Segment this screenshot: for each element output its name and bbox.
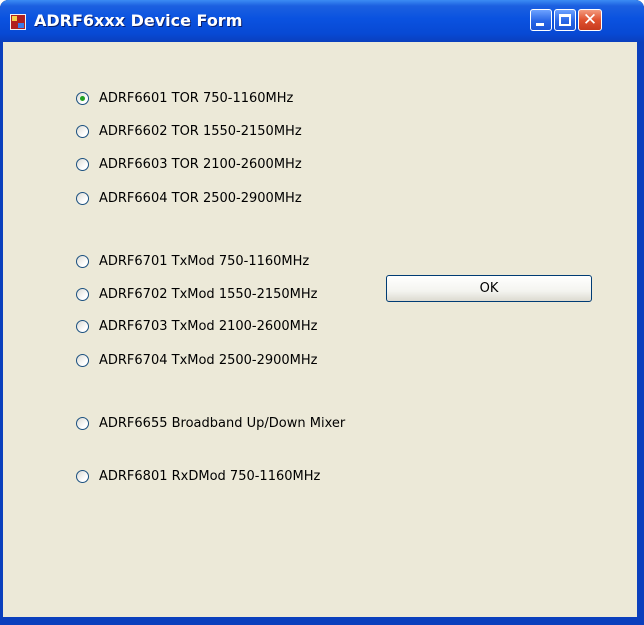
radio-adrf6604[interactable]: ADRF6604 TOR 2500-2900MHz — [76, 188, 302, 208]
window-title: ADRF6xxx Device Form — [34, 11, 243, 30]
radio-label: ADRF6801 RxDMod 750-1160MHz — [99, 468, 321, 484]
radio-adrf6655[interactable]: ADRF6655 Broadband Up/Down Mixer — [76, 413, 345, 433]
radio-label: ADRF6601 TOR 750-1160MHz — [99, 90, 294, 106]
radio-button-circle[interactable] — [76, 319, 89, 333]
app-form-icon[interactable] — [10, 14, 26, 30]
radio-label: ADRF6701 TxMod 750-1160MHz — [99, 253, 310, 269]
radio-adrf6701[interactable]: ADRF6701 TxMod 750-1160MHz — [76, 251, 309, 271]
radio-adrf6601[interactable]: ADRF6601 TOR 750-1160MHz — [76, 88, 293, 108]
radio-label: ADRF6704 TxMod 2500-2900MHz — [99, 352, 318, 368]
radio-button-circle[interactable] — [76, 191, 89, 205]
radio-button-circle[interactable] — [76, 124, 89, 138]
radio-label: ADRF6602 TOR 1550-2150MHz — [99, 123, 302, 139]
radio-label: ADRF6604 TOR 2500-2900MHz — [99, 190, 302, 206]
radio-label: ADRF6703 TxMod 2100-2600MHz — [99, 318, 318, 334]
window-frame-right — [637, 42, 644, 625]
radio-adrf6704[interactable]: ADRF6704 TxMod 2500-2900MHz — [76, 350, 318, 370]
radio-button-circle[interactable] — [76, 287, 89, 301]
radio-button-circle[interactable] — [76, 157, 89, 171]
radio-adrf6603[interactable]: ADRF6603 TOR 2100-2600MHz — [76, 154, 302, 174]
radio-button-circle[interactable] — [76, 91, 89, 105]
minimize-button[interactable] — [530, 9, 552, 31]
ok-button[interactable]: OK — [386, 275, 592, 302]
radio-label: ADRF6655 Broadband Up/Down Mixer — [99, 415, 346, 431]
window-frame-bottom — [0, 617, 644, 625]
radio-button-circle[interactable] — [76, 469, 89, 483]
close-button[interactable]: ✕ — [578, 9, 602, 31]
radio-adrf6703[interactable]: ADRF6703 TxMod 2100-2600MHz — [76, 316, 318, 336]
radio-button-circle[interactable] — [76, 353, 89, 367]
title-bar[interactable]: ADRF6xxx Device Form ✕ — [0, 0, 644, 42]
maximize-icon — [559, 14, 571, 26]
radio-adrf6702[interactable]: ADRF6702 TxMod 1550-2150MHz — [76, 284, 318, 304]
radio-label: ADRF6702 TxMod 1550-2150MHz — [99, 286, 318, 302]
device-form-window: ADRF6xxx Device Form ✕ ADRF6601 TOR 750-… — [0, 0, 644, 625]
radio-adrf6602[interactable]: ADRF6602 TOR 1550-2150MHz — [76, 121, 302, 141]
radio-adrf6801[interactable]: ADRF6801 RxDMod 750-1160MHz — [76, 466, 320, 486]
radio-label: ADRF6603 TOR 2100-2600MHz — [99, 156, 302, 172]
close-icon: ✕ — [582, 10, 598, 30]
radio-button-circle[interactable] — [76, 416, 89, 430]
radio-button-circle[interactable] — [76, 254, 89, 268]
maximize-button[interactable] — [554, 9, 576, 31]
minimize-icon — [536, 23, 544, 26]
